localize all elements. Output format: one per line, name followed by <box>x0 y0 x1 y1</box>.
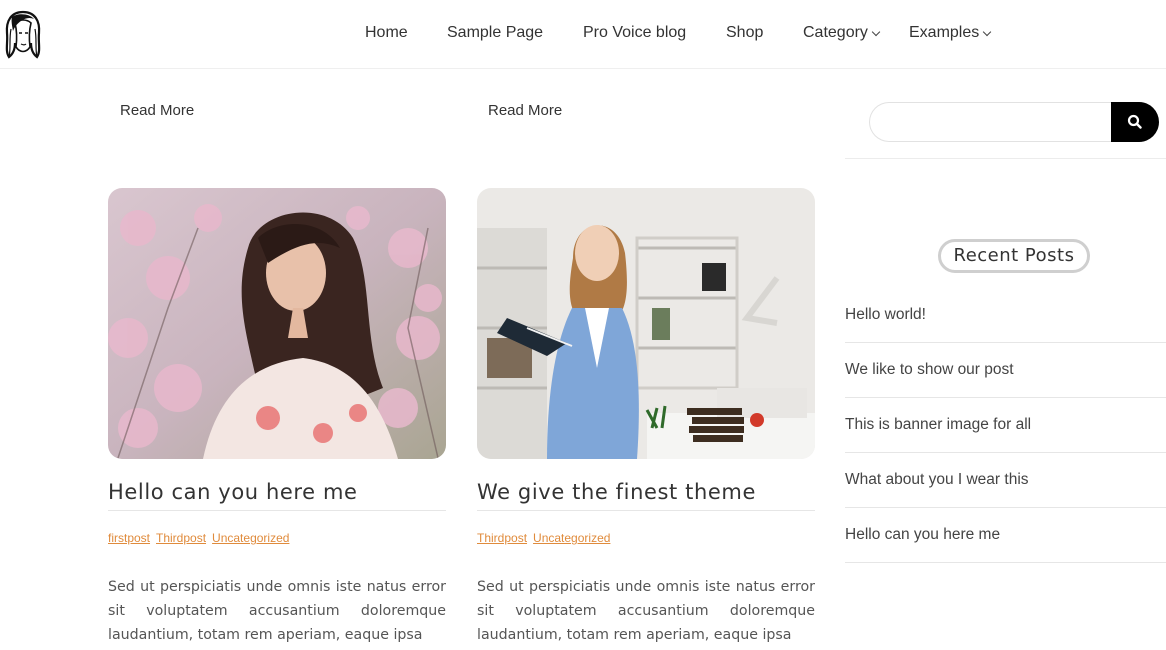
post-tags: firstpost Thirdpost Uncategorized <box>108 531 295 545</box>
post-tags: Thirdpost Uncategorized <box>477 531 616 545</box>
tag-link[interactable]: Thirdpost <box>156 531 206 545</box>
recent-posts-list: Hello world! We like to show our post Th… <box>845 288 1166 563</box>
chevron-down-icon <box>983 27 992 37</box>
chevron-down-icon <box>871 27 881 37</box>
tag-link[interactable]: firstpost <box>108 531 150 545</box>
nav-examples-label: Examples <box>909 24 980 41</box>
nav-examples[interactable]: Examples <box>909 24 992 42</box>
post-title[interactable]: We give the finest theme <box>477 480 815 511</box>
recent-post-link[interactable]: This is banner image for all <box>845 398 1166 453</box>
nav-pro-voice-blog[interactable]: Pro Voice blog <box>583 24 686 42</box>
tag-link[interactable]: Uncategorized <box>533 531 610 545</box>
post-image-woman-office[interactable] <box>477 188 815 459</box>
recent-post-link[interactable]: We like to show our post <box>845 343 1166 398</box>
main-navigation: Home Sample Page Pro Voice blog Shop Cat… <box>0 24 1166 46</box>
read-more-link[interactable]: Read More <box>120 102 194 119</box>
read-more-link[interactable]: Read More <box>488 102 562 119</box>
post-excerpt: Sed ut perspiciatis unde omnis iste natu… <box>108 579 446 643</box>
nav-category-label: Category <box>803 24 868 41</box>
search-icon <box>1127 114 1142 129</box>
recent-post-link[interactable]: What about you I wear this <box>845 453 1166 508</box>
site-header: Home Sample Page Pro Voice blog Shop Cat… <box>0 0 1166 69</box>
tag-link[interactable]: Uncategorized <box>212 531 289 545</box>
search-box <box>869 102 1112 142</box>
post-excerpt: Sed ut perspiciatis unde omnis iste natu… <box>477 579 815 643</box>
search-input[interactable] <box>870 103 1112 141</box>
recent-post-link[interactable]: Hello can you here me <box>845 508 1166 563</box>
recent-post-link[interactable]: Hello world! <box>845 288 1166 343</box>
nav-shop[interactable]: Shop <box>726 24 763 42</box>
nav-sample-page[interactable]: Sample Page <box>447 24 543 42</box>
tag-link[interactable]: Thirdpost <box>477 531 527 545</box>
post-title[interactable]: Hello can you here me <box>108 480 446 511</box>
sidebar-divider <box>845 158 1166 159</box>
search-button[interactable] <box>1111 102 1159 142</box>
nav-category[interactable]: Category <box>803 24 881 42</box>
nav-home[interactable]: Home <box>365 24 408 42</box>
post-image-woman-blossoms[interactable] <box>108 188 446 459</box>
recent-posts-title: Recent Posts <box>938 239 1090 273</box>
